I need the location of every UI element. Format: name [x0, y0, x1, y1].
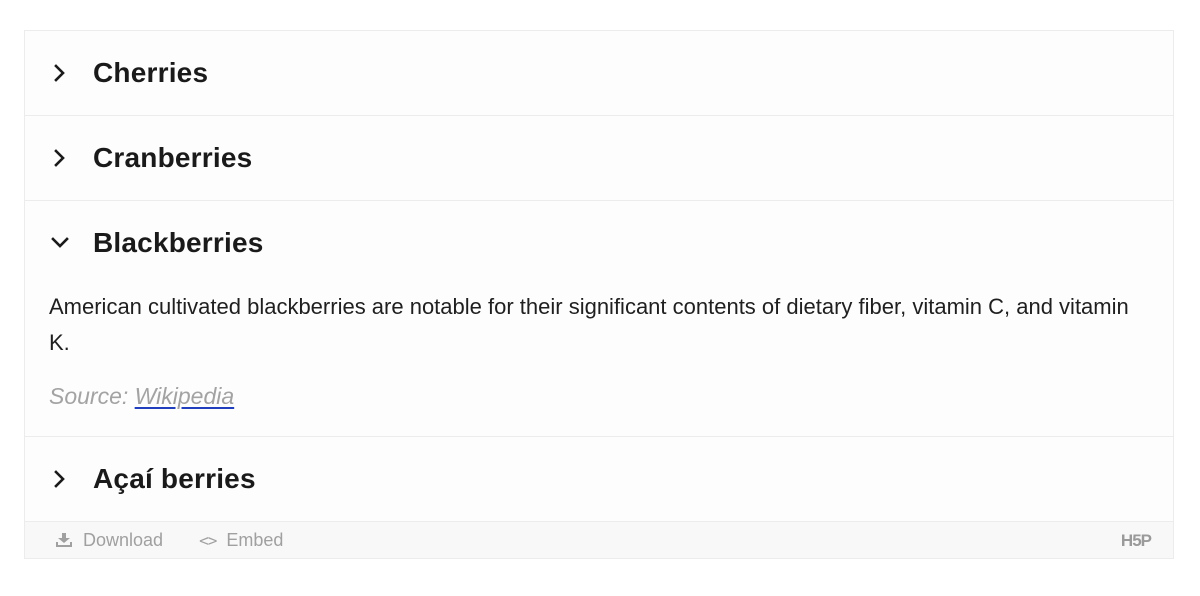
- accordion-panel-blackberries: American cultivated blackberries are not…: [25, 285, 1173, 436]
- accordion-header-cranberries[interactable]: Cranberries: [25, 116, 1173, 200]
- accordion-title: Cranberries: [93, 142, 253, 173]
- h5p-logo[interactable]: H5P: [1121, 531, 1152, 551]
- accordion-item-acai-berries: Açaí berries: [25, 437, 1173, 522]
- accordion-header-acai-berries[interactable]: Açaí berries: [25, 437, 1173, 521]
- panel-body-text: American cultivated blackberries are not…: [49, 294, 1129, 355]
- accordion-container: Cherries Cranberries Blackberries Americ…: [24, 30, 1174, 559]
- source-link[interactable]: Wikipedia: [135, 383, 235, 409]
- accordion-header-cherries[interactable]: Cherries: [25, 31, 1173, 115]
- download-label: Download: [83, 529, 164, 550]
- chevron-right-icon: [49, 147, 71, 169]
- accordion-header-blackberries[interactable]: Blackberries: [25, 201, 1173, 285]
- accordion-title: Cherries: [93, 57, 209, 88]
- accordion-item-blackberries: Blackberries American cultivated blackbe…: [25, 201, 1173, 437]
- embed-label: Embed: [226, 529, 284, 550]
- chevron-down-icon: [49, 232, 71, 254]
- chevron-right-icon: [49, 62, 71, 84]
- embed-button[interactable]: <> Embed: [199, 530, 283, 551]
- chevron-right-icon: [49, 468, 71, 490]
- accordion-title: Blackberries: [93, 227, 264, 258]
- embed-code-icon: <>: [199, 530, 217, 550]
- accordion-title: Açaí berries: [93, 463, 256, 494]
- h5p-footer: Download <> Embed H5P: [25, 522, 1173, 558]
- source-line: Source: Wikipedia: [49, 383, 1149, 410]
- source-label: Source:: [49, 383, 135, 409]
- accordion-item-cranberries: Cranberries: [25, 116, 1173, 201]
- download-button[interactable]: Download: [55, 530, 163, 551]
- download-icon: [55, 532, 73, 548]
- accordion-item-cherries: Cherries: [25, 31, 1173, 116]
